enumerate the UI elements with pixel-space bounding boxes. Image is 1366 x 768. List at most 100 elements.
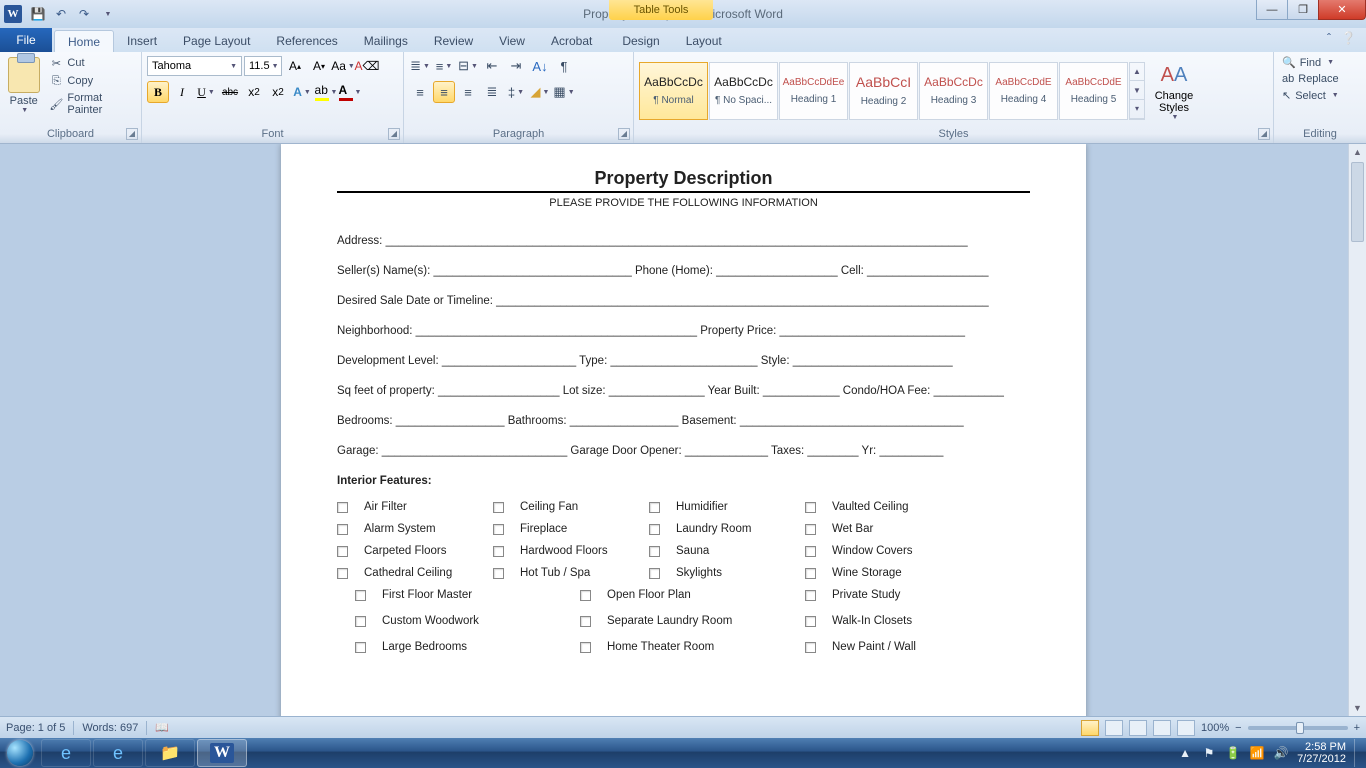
checkbox[interactable]	[805, 590, 816, 601]
subscript-button[interactable]: x2	[243, 81, 265, 103]
tray-network-icon[interactable]: 📶	[1249, 745, 1265, 761]
tab-view[interactable]: View	[486, 30, 538, 52]
find-button[interactable]: 🔍Find▼	[1279, 55, 1337, 70]
scroll-up-arrow[interactable]: ▲	[1349, 144, 1366, 160]
strikethrough-button[interactable]: abc	[219, 81, 241, 103]
checkbox[interactable]	[493, 546, 504, 557]
copy-button[interactable]: ⎘Copy	[47, 73, 136, 89]
checkbox[interactable]	[649, 524, 660, 535]
checkbox[interactable]	[355, 642, 366, 653]
styles-scroll-up[interactable]: ▲	[1130, 63, 1144, 82]
vertical-scrollbar[interactable]: ▲ ▼	[1348, 144, 1366, 716]
bold-button[interactable]: B	[147, 81, 169, 103]
justify-button[interactable]: ≣	[481, 81, 503, 103]
numbering-button[interactable]: ≡▼	[433, 55, 455, 77]
shading-button[interactable]: ◢▼	[529, 81, 551, 103]
redo-icon[interactable]: ↷	[74, 4, 94, 24]
font-dialog-launcher[interactable]: ◢	[388, 128, 400, 140]
highlight-button[interactable]: ab▼	[315, 81, 337, 103]
underline-button[interactable]: U▼	[195, 81, 217, 103]
show-marks-button[interactable]: ¶	[553, 55, 575, 77]
zoom-in-button[interactable]: +	[1354, 722, 1360, 734]
paragraph-dialog-launcher[interactable]: ◢	[618, 128, 630, 140]
taskbar-explorer[interactable]: 📁	[145, 739, 195, 767]
tab-insert[interactable]: Insert	[114, 30, 170, 52]
tray-volume-icon[interactable]: 🔊	[1273, 745, 1289, 761]
align-center-button[interactable]: ≡	[433, 81, 455, 103]
checkbox[interactable]	[337, 546, 348, 557]
restore-button[interactable]: ❐	[1287, 0, 1319, 20]
borders-button[interactable]: ▦▼	[553, 81, 575, 103]
taskbar-word[interactable]: W	[197, 739, 247, 767]
tab-mailings[interactable]: Mailings	[351, 30, 421, 52]
grow-font-button[interactable]: A▴	[284, 55, 306, 77]
taskbar-ie-2[interactable]: e	[93, 739, 143, 767]
tray-flag-icon[interactable]: ⚑	[1201, 745, 1217, 761]
checkbox[interactable]	[493, 568, 504, 579]
format-painter-button[interactable]: 🖌Format Painter	[47, 91, 136, 117]
style-item-2[interactable]: AaBbCcDdEeHeading 1	[779, 62, 848, 120]
tab-review[interactable]: Review	[421, 30, 486, 52]
checkbox[interactable]	[805, 524, 816, 535]
paste-button[interactable]: Paste ▼	[5, 55, 42, 114]
checkbox[interactable]	[355, 616, 366, 627]
view-draft[interactable]	[1177, 720, 1195, 736]
view-print-layout[interactable]	[1081, 720, 1099, 736]
taskbar-ie-1[interactable]: e	[41, 739, 91, 767]
minimize-button[interactable]: —	[1256, 0, 1288, 20]
tab-references[interactable]: References	[263, 30, 350, 52]
font-color-button[interactable]: A▼	[339, 81, 361, 103]
zoom-out-button[interactable]: −	[1235, 722, 1241, 734]
style-item-5[interactable]: AaBbCcDdEHeading 4	[989, 62, 1058, 120]
replace-button[interactable]: abReplace	[1279, 72, 1342, 86]
text-effects-button[interactable]: A▼	[291, 81, 313, 103]
minimize-ribbon-icon[interactable]: ˆ	[1327, 31, 1331, 45]
checkbox[interactable]	[337, 568, 348, 579]
change-case-button[interactable]: Aa▼	[332, 55, 354, 77]
checkbox[interactable]	[337, 524, 348, 535]
clear-formatting-button[interactable]: A⌫	[356, 55, 378, 77]
increase-indent-button[interactable]: ⇥	[505, 55, 527, 77]
status-page[interactable]: Page: 1 of 5	[6, 722, 65, 734]
document-page[interactable]: Property Description PLEASE PROVIDE THE …	[281, 144, 1086, 716]
checkbox[interactable]	[805, 642, 816, 653]
checkbox[interactable]	[649, 568, 660, 579]
view-full-screen[interactable]	[1105, 720, 1123, 736]
checkbox[interactable]	[649, 546, 660, 557]
view-outline[interactable]	[1153, 720, 1171, 736]
line-spacing-button[interactable]: ‡▼	[505, 81, 527, 103]
align-left-button[interactable]: ≡	[409, 81, 431, 103]
view-web-layout[interactable]	[1129, 720, 1147, 736]
multilevel-list-button[interactable]: ⊟▼	[457, 55, 479, 77]
close-button[interactable]: ✕	[1318, 0, 1366, 20]
checkbox[interactable]	[580, 590, 591, 601]
status-words[interactable]: Words: 697	[82, 722, 138, 734]
zoom-level[interactable]: 100%	[1201, 722, 1229, 734]
tab-page-layout[interactable]: Page Layout	[170, 30, 263, 52]
select-button[interactable]: ↖Select▼	[1279, 88, 1342, 103]
checkbox[interactable]	[355, 590, 366, 601]
style-item-3[interactable]: AaBbCcIHeading 2	[849, 62, 918, 120]
sort-button[interactable]: A↓	[529, 55, 551, 77]
styles-scroll-down[interactable]: ▼	[1130, 81, 1144, 100]
change-styles-button[interactable]: AA Change Styles ▼	[1151, 60, 1197, 121]
style-item-4[interactable]: AaBbCcDcHeading 3	[919, 62, 988, 120]
checkbox[interactable]	[805, 568, 816, 579]
checkbox[interactable]	[337, 502, 348, 513]
tab-layout[interactable]: Layout	[673, 30, 735, 52]
align-right-button[interactable]: ≡	[457, 81, 479, 103]
clipboard-dialog-launcher[interactable]: ◢	[126, 128, 138, 140]
decrease-indent-button[interactable]: ⇤	[481, 55, 503, 77]
tab-home[interactable]: Home	[54, 30, 114, 52]
checkbox[interactable]	[580, 616, 591, 627]
cut-button[interactable]: ✂Cut	[47, 55, 136, 71]
help-icon[interactable]: ❔	[1341, 31, 1356, 45]
checkbox[interactable]	[649, 502, 660, 513]
scroll-thumb[interactable]	[1351, 162, 1364, 242]
document-background[interactable]: Property Description PLEASE PROVIDE THE …	[0, 144, 1348, 716]
style-item-0[interactable]: AaBbCcDc¶ Normal	[639, 62, 708, 120]
checkbox[interactable]	[805, 502, 816, 513]
tray-show-hidden-icon[interactable]: ▲	[1177, 745, 1193, 761]
checkbox[interactable]	[493, 502, 504, 513]
save-icon[interactable]: 💾	[28, 4, 48, 24]
